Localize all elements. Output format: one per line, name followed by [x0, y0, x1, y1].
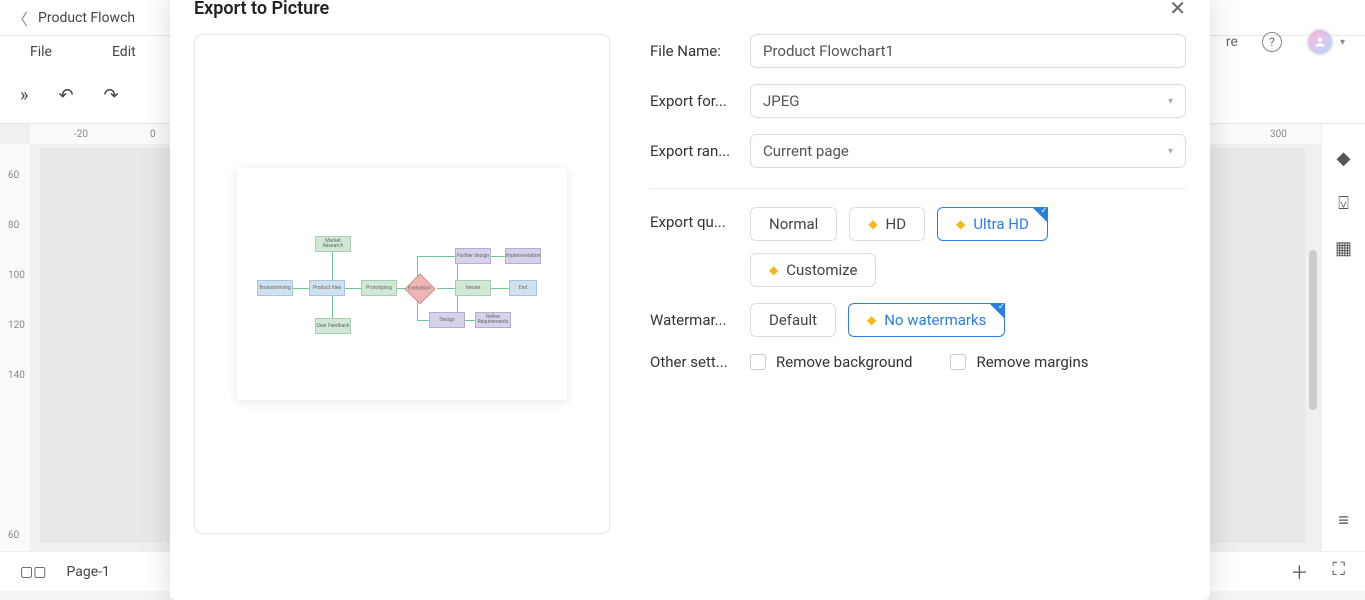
selected-check-icon: [1032, 207, 1048, 223]
fc-node: Design: [429, 312, 465, 328]
document-title: Product Flowch: [38, 10, 135, 26]
selected-check-icon: [989, 303, 1005, 319]
topright-text: re: [1226, 34, 1238, 50]
add-page-icon[interactable]: ＋: [1290, 559, 1308, 585]
preview-pane: Brainstorming Market Research Product Id…: [194, 34, 610, 534]
watermark-none-button[interactable]: ◆No watermarks: [848, 303, 1005, 337]
settings-tool-icon[interactable]: ≡: [1338, 510, 1349, 531]
fc-node: Product Idea: [309, 280, 345, 296]
divider: [650, 188, 1186, 189]
preview-thumbnail: Brainstorming Market Research Product Id…: [237, 168, 567, 400]
quality-normal-button[interactable]: Normal: [750, 207, 837, 241]
label-file-name: File Name:: [650, 42, 734, 60]
caret-down-icon: ▾: [1168, 146, 1173, 157]
remove-margins-label: Remove margins: [976, 353, 1088, 371]
avatar-caret-icon[interactable]: ▾: [1340, 37, 1345, 48]
remove-background-checkbox[interactable]: [750, 354, 766, 370]
premium-icon: ◆: [868, 217, 877, 231]
label-export-format: Export for...: [650, 92, 734, 110]
caret-down-icon: ▾: [1168, 96, 1173, 107]
modal-title: Export to Picture: [194, 0, 329, 19]
grid-tool-icon[interactable]: ▦: [1335, 238, 1352, 259]
quality-hd-button[interactable]: ◆HD: [849, 207, 925, 241]
fc-node: End: [509, 280, 537, 296]
user-avatar[interactable]: [1306, 28, 1334, 56]
fc-node: Iterate: [455, 280, 491, 296]
ruler-vertical: 60 80 100 120 140 60: [0, 144, 30, 551]
export-range-select[interactable]: Current page ▾: [750, 134, 1186, 168]
close-icon[interactable]: ✕: [1169, 0, 1186, 20]
premium-icon: ◆: [769, 263, 778, 277]
fc-node: Prototyping: [361, 280, 397, 296]
label-export-range: Export ran...: [650, 142, 734, 160]
menu-file[interactable]: File: [30, 44, 52, 60]
file-name-input[interactable]: [750, 34, 1186, 68]
label-watermark: Watermar...: [650, 311, 734, 329]
watermark-default-button[interactable]: Default: [750, 303, 836, 337]
remove-margins-checkbox[interactable]: [950, 354, 966, 370]
premium-icon: ◆: [867, 313, 876, 327]
export-format-select[interactable]: JPEG ▾: [750, 84, 1186, 118]
fc-node: Implementation: [505, 248, 541, 264]
fc-node: Evaluation: [404, 273, 435, 304]
redo-icon[interactable]: ↷: [104, 85, 119, 106]
vertical-scrollbar[interactable]: [1309, 250, 1317, 410]
fc-node: User Feedback: [315, 318, 351, 334]
help-icon[interactable]: ?: [1262, 32, 1282, 52]
page-tab[interactable]: Page-1: [66, 564, 109, 580]
quality-ultrahd-button[interactable]: ◆Ultra HD: [937, 207, 1048, 241]
undo-icon[interactable]: ↶: [58, 85, 73, 106]
fc-node: Refine Requirements: [475, 312, 511, 328]
export-range-value: Current page: [763, 142, 849, 160]
page-layout-icon[interactable]: ▢▢: [20, 564, 46, 580]
fc-node: Market Research: [315, 236, 351, 252]
fc-node: Further design: [455, 248, 491, 264]
fill-tool-icon[interactable]: ◆: [1337, 148, 1351, 169]
quality-customize-button[interactable]: ◆Customize: [750, 253, 876, 287]
expand-panels-icon[interactable]: »: [20, 85, 28, 106]
export-tool-icon[interactable]: ⍌: [1338, 193, 1349, 214]
label-other: Other sett...: [650, 353, 734, 371]
fullscreen-icon[interactable]: ⛶: [1332, 559, 1345, 585]
export-modal: Export to Picture ✕ Brainstorming Market…: [170, 0, 1210, 600]
label-export-quality: Export qu...: [650, 207, 734, 231]
remove-background-label: Remove background: [776, 353, 912, 371]
menu-edit[interactable]: Edit: [112, 44, 136, 60]
premium-icon: ◆: [956, 217, 965, 231]
export-format-value: JPEG: [763, 92, 799, 110]
fc-node: Brainstorming: [257, 280, 293, 296]
back-chevron-icon[interactable]: 〈: [12, 6, 28, 30]
